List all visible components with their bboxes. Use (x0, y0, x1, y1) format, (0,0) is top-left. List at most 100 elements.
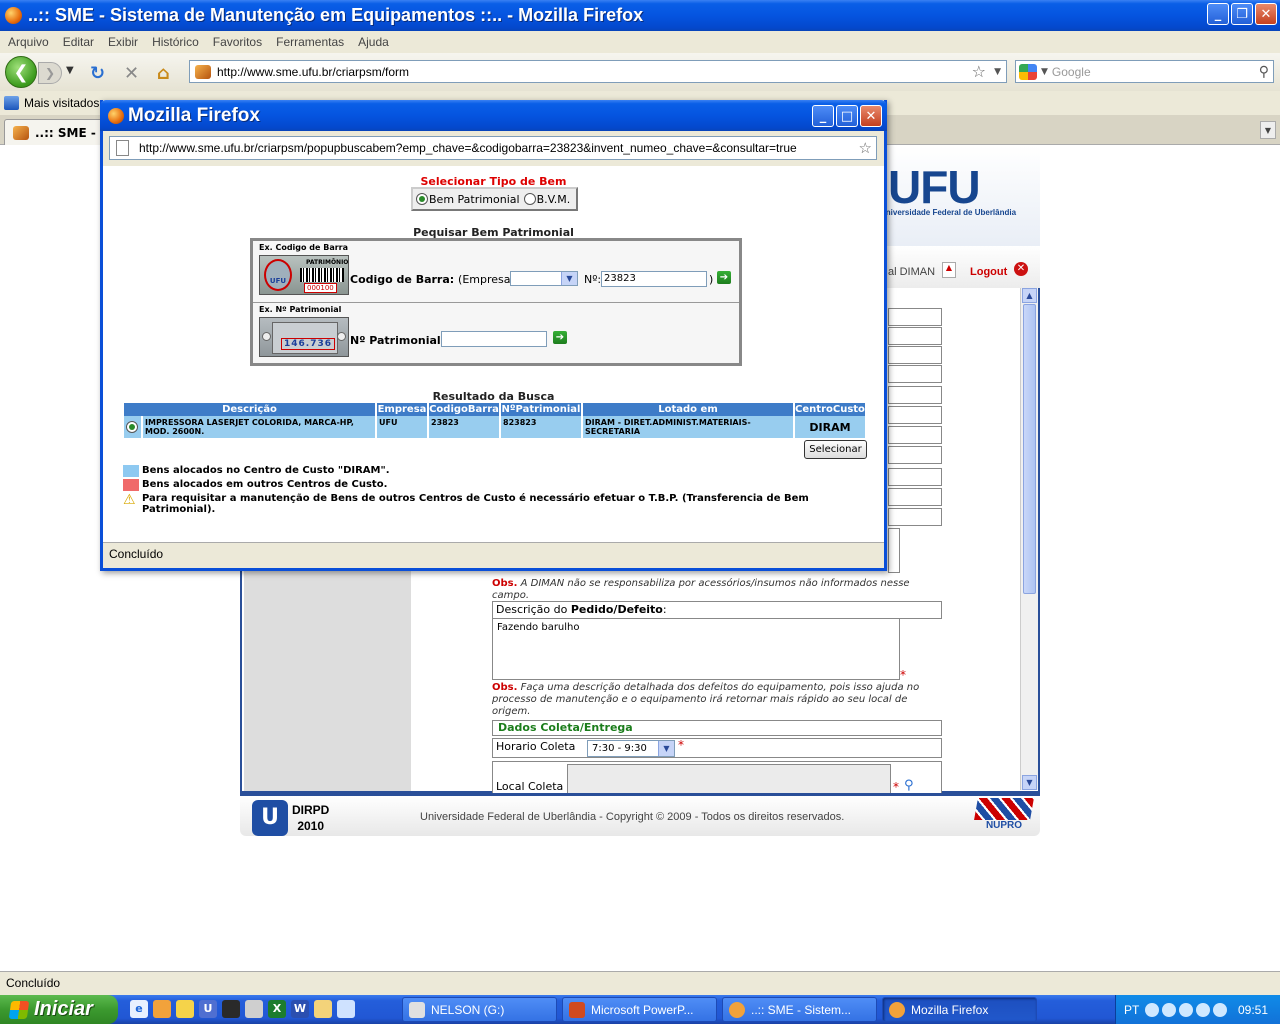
descricao-textarea[interactable]: Fazendo barulho (492, 618, 900, 680)
cell-codigo: 23823 (429, 416, 499, 438)
legend-warning: ⚠ Para requisitar a manutenção de Bens d… (123, 492, 809, 515)
firefox-quicklaunch-icon[interactable] (153, 1000, 171, 1018)
back-button[interactable]: ❮ (5, 56, 37, 88)
app-icon[interactable] (222, 1000, 240, 1018)
home-icon[interactable]: ⌂ (157, 63, 170, 84)
popup-url-text[interactable]: http://www.sme.ufu.br/criarpsm/popupbusc… (139, 141, 859, 155)
excel-icon[interactable]: X (268, 1000, 286, 1018)
url-dropdown-icon[interactable]: ▼ (994, 67, 1001, 77)
network-icon[interactable] (337, 1000, 355, 1018)
menu-ferramentas[interactable]: Ferramentas (276, 35, 344, 49)
radio-bem-label[interactable]: Bem Patrimonial (429, 193, 520, 206)
tab-list-dropdown[interactable]: ▼ (1260, 121, 1276, 139)
popup-maximize-button[interactable]: □ (836, 105, 858, 127)
search-icon[interactable]: ⚲ (904, 778, 914, 793)
patrimonial-search-arrow-icon[interactable]: ➔ (553, 331, 567, 344)
form-row (888, 346, 942, 364)
search-input[interactable]: Google (1052, 65, 1091, 79)
tray-security-icon[interactable] (1179, 1002, 1194, 1017)
bookmark-star-icon[interactable]: ☆ (972, 62, 986, 81)
scroll-up-icon[interactable]: ▲ (1022, 288, 1037, 303)
barcode-input[interactable]: 23823 (601, 271, 707, 287)
popup-window: Mozilla Firefox _ □ ✕ http://www.sme.ufu… (100, 100, 887, 571)
search-bar[interactable]: ▼ Google ⚲ (1015, 60, 1274, 83)
barcode-example-image: UFU PATRIMÔNIO 000100 (259, 255, 349, 295)
menu-exibir[interactable]: Exibir (108, 35, 138, 49)
menu-historico[interactable]: Histórico (152, 35, 199, 49)
required-mark: * (893, 780, 899, 794)
menu-favoritos[interactable]: Favoritos (213, 35, 262, 49)
logout-link[interactable]: Logout (970, 266, 1007, 278)
folder-icon[interactable] (314, 1000, 332, 1018)
close-button[interactable]: ✕ (1255, 3, 1277, 25)
reload-icon[interactable]: ↻ (90, 63, 105, 84)
tray-network-icon[interactable] (1162, 1002, 1177, 1017)
pdf-icon[interactable]: ▲ (942, 262, 956, 278)
url-bar[interactable]: http://www.sme.ufu.br/criarpsm/form ☆ ▼ (189, 60, 1007, 83)
task-powerpoint[interactable]: Microsoft PowerP... (562, 997, 717, 1022)
form-row (888, 446, 942, 464)
popup-titlebar[interactable]: Mozilla Firefox _ □ ✕ (100, 100, 887, 131)
outlook-icon[interactable] (176, 1000, 194, 1018)
bookmark-most-visited[interactable]: Mais visitados (24, 96, 99, 110)
start-button[interactable]: Iniciar (0, 995, 118, 1024)
language-indicator[interactable]: PT (1124, 1003, 1139, 1017)
empresa-select[interactable]: ▼ (510, 271, 578, 286)
page-scrollbar[interactable]: ▲ ▼ (1020, 288, 1038, 790)
menu-editar[interactable]: Editar (63, 35, 94, 49)
scroll-down-icon[interactable]: ▼ (1022, 775, 1037, 790)
table-row[interactable]: IMPRESSORA LASERJET COLORIDA, MARCA-HP, … (124, 416, 865, 438)
row-radio-cell[interactable] (124, 416, 141, 438)
legend-blue: Bens alocados no Centro de Custo "DIRAM"… (123, 465, 390, 477)
radio-bem-patrimonial[interactable] (416, 193, 428, 205)
google-icon[interactable] (1019, 63, 1037, 80)
radio-bvm-label[interactable]: B.V.M. (537, 193, 571, 206)
patrimonial-label: Nº Patrimonial: (350, 334, 446, 347)
dirpd-logo-icon: U (252, 800, 288, 836)
search-icon[interactable]: ⚲ (1259, 64, 1269, 80)
radio-bvm[interactable] (523, 193, 536, 205)
minimize-button[interactable]: _ (1207, 3, 1229, 25)
accessories-textarea[interactable] (888, 528, 900, 573)
stop-icon[interactable]: ✕ (124, 63, 139, 84)
menu-arquivo[interactable]: Arquivo (8, 35, 49, 49)
cell-lotado: DIRAM - DIRET.ADMINIST.MATERIAIS-SECRETA… (583, 416, 793, 438)
task-mozilla-firefox[interactable]: Mozilla Firefox (882, 997, 1037, 1022)
popup-close-button[interactable]: ✕ (860, 105, 882, 127)
history-dropdown-icon[interactable]: ▼ (66, 65, 74, 76)
task-nelson[interactable]: NELSON (G:) (402, 997, 557, 1022)
forward-button[interactable]: ❯ (38, 62, 62, 84)
tray-volume-icon[interactable] (1196, 1002, 1211, 1017)
ufu-logo: UFU (888, 161, 981, 213)
patrimonial-input[interactable] (441, 331, 547, 347)
firefox-icon (889, 1001, 905, 1018)
scroll-thumb[interactable] (1023, 304, 1036, 594)
tray-update-icon[interactable] (1213, 1002, 1228, 1017)
bookmark-star-icon[interactable]: ☆ (859, 139, 872, 157)
local-coleta-field[interactable] (567, 764, 891, 794)
diman-link[interactable]: al DIMAN (888, 266, 935, 278)
url-text[interactable]: http://www.sme.ufu.br/criarpsm/form (217, 65, 409, 79)
clock[interactable]: 09:51 (1238, 1003, 1268, 1017)
firefox-icon (5, 7, 22, 24)
horario-select[interactable]: 7:30 - 9:30 ▼ (587, 740, 675, 757)
popup-url-bar[interactable]: http://www.sme.ufu.br/criarpsm/popupbusc… (109, 136, 877, 160)
media-icon[interactable] (245, 1000, 263, 1018)
logout-icon[interactable]: ✕ (1014, 262, 1028, 276)
tray-arrow-icon[interactable] (1145, 1002, 1160, 1017)
main-status-bar: Concluído (0, 971, 1280, 995)
selecionar-button[interactable]: Selecionar (804, 440, 867, 459)
nupro-logo: NUPRO (974, 798, 1034, 836)
task-sme[interactable]: ..:: SME - Sistem... (722, 997, 877, 1022)
main-window-titlebar[interactable]: ..:: SME - Sistema de Manutenção em Equi… (0, 0, 1280, 31)
popup-minimize-button[interactable]: _ (812, 105, 834, 127)
menu-ajuda[interactable]: Ajuda (358, 35, 389, 49)
taskbar: Iniciar e U X W NELSON (G:) Microsoft Po… (0, 995, 1280, 1024)
row-select-radio[interactable] (126, 421, 138, 433)
ie-icon[interactable]: e (130, 1000, 148, 1018)
ufu-icon[interactable]: U (199, 1000, 217, 1018)
search-engine-dropdown-icon[interactable]: ▼ (1041, 67, 1048, 77)
barcode-search-arrow-icon[interactable]: ➔ (717, 271, 731, 284)
word-icon[interactable]: W (291, 1000, 309, 1018)
maximize-button[interactable]: ❐ (1231, 3, 1253, 25)
